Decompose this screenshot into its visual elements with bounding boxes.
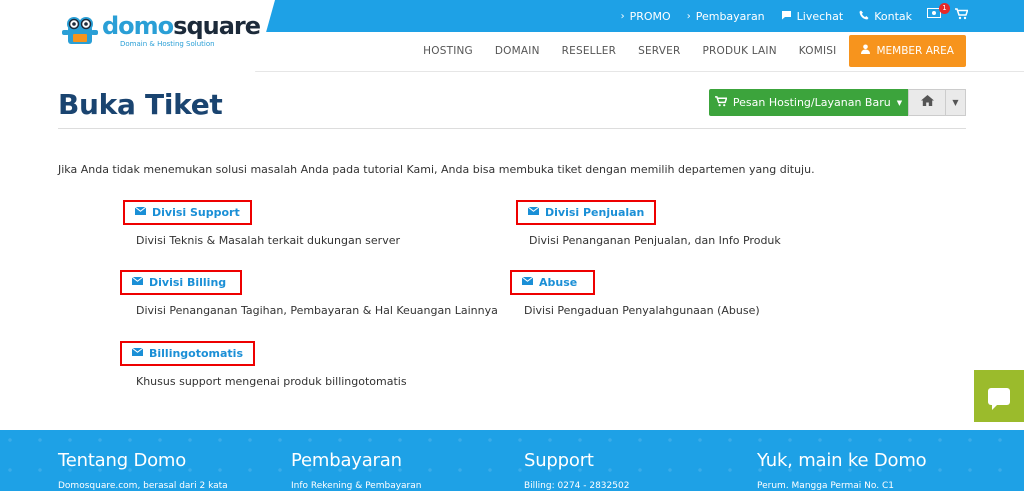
chevron-right-icon: ›: [686, 10, 691, 22]
home-button[interactable]: [908, 89, 946, 116]
title-divider: [58, 128, 966, 129]
footer-column-payment: Pembayaran Info Rekening & Pembayaran: [291, 450, 421, 491]
footer-column-support: Support Billing: 0274 - 2832502: [524, 450, 629, 491]
logo[interactable]: domosquare Domain & Hosting Solution: [62, 12, 261, 48]
user-icon: [861, 35, 871, 67]
footer-heading: Yuk, main ke Domo: [757, 450, 927, 471]
payment-icon[interactable]: 1: [927, 3, 950, 20]
envelope-icon: [521, 276, 534, 288]
department-item: Abuse Divisi Pengaduan Penyalahgunaan (A…: [510, 270, 760, 317]
department-item: Divisi Penjualan Divisi Penanganan Penju…: [516, 200, 781, 247]
envelope-icon: [131, 276, 144, 288]
department-item: Divisi Support Divisi Teknis & Masalah t…: [123, 200, 400, 247]
notification-badge: 1: [939, 3, 950, 14]
footer-link[interactable]: Info Rekening & Pembayaran: [291, 481, 421, 491]
footer-column-about: Tentang Domo Domosquare.com, berasal dar…: [58, 450, 228, 491]
department-description: Divisi Teknis & Masalah terkait dukungan…: [136, 234, 400, 247]
footer-heading: Tentang Domo: [58, 450, 187, 471]
logo-tagline: Domain & Hosting Solution: [120, 40, 215, 48]
department-link-abuse[interactable]: Abuse: [510, 270, 596, 295]
footer: Tentang Domo Domosquare.com, berasal dar…: [0, 430, 1024, 491]
chevron-right-icon: ›: [620, 10, 625, 22]
top-link-livechat[interactable]: Livechat: [781, 10, 843, 23]
footer-heading: Support: [524, 450, 594, 471]
nav-item-domain[interactable]: DOMAIN: [484, 35, 551, 67]
intro-text: Jika Anda tidak menemukan solusi masalah…: [58, 163, 815, 176]
department-description: Khusus support mengenai produk billingot…: [136, 375, 407, 388]
nav-item-hosting[interactable]: HOSTING: [412, 35, 484, 67]
department-link-penjualan[interactable]: Divisi Penjualan: [516, 200, 657, 225]
order-hosting-button[interactable]: Pesan Hosting/Layanan Baru ▼: [709, 89, 908, 116]
envelope-icon: [131, 347, 144, 359]
footer-text: Domosquare.com, berasal dari 2 kata: [58, 481, 228, 491]
home-icon: [920, 95, 934, 110]
nav-item-produk-lain[interactable]: PRODUK LAIN: [691, 35, 787, 67]
department-item: Divisi Billing Divisi Penanganan Tagihan…: [120, 270, 498, 317]
chat-icon: [988, 387, 1010, 410]
department-link-support[interactable]: Divisi Support: [123, 200, 252, 225]
footer-heading: Pembayaran: [291, 450, 402, 471]
live-chat-widget[interactable]: [974, 370, 1024, 422]
home-dropdown-toggle[interactable]: ▼: [946, 89, 966, 116]
department-description: Divisi Pengaduan Penyalahgunaan (Abuse): [524, 304, 760, 317]
department-link-billing[interactable]: Divisi Billing: [120, 270, 243, 295]
member-area-button[interactable]: MEMBER AREA: [849, 35, 966, 67]
top-links: › PROMO › Pembayaran Livechat Kontak: [621, 0, 912, 32]
department-item: Billingotomatis Khusus support mengenai …: [120, 341, 407, 388]
logo-word-square: square: [173, 12, 261, 40]
department-description: Divisi Penanganan Penjualan, dan Info Pr…: [529, 234, 781, 247]
cart-icon[interactable]: [955, 8, 969, 23]
envelope-icon: [527, 206, 540, 218]
envelope-icon: [134, 206, 147, 218]
cart-icon: [714, 95, 728, 110]
top-link-kontak[interactable]: Kontak: [859, 10, 912, 23]
top-link-pembayaran[interactable]: › Pembayaran: [687, 10, 765, 23]
nav-item-server[interactable]: SERVER: [627, 35, 691, 67]
footer-column-visit: Yuk, main ke Domo Perum. Mangga Permai N…: [757, 450, 927, 491]
nav-item-komisi[interactable]: KOMISI: [788, 35, 848, 67]
top-link-promo[interactable]: › PROMO: [621, 10, 671, 23]
chat-icon: [781, 10, 792, 23]
footer-text: Billing: 0274 - 2832502: [524, 481, 630, 491]
logo-area: domosquare Domain & Hosting Solution: [0, 0, 275, 72]
logo-word-domo: domo: [102, 12, 174, 40]
caret-down-icon: ▼: [896, 98, 903, 107]
mascot-logo-icon: [62, 14, 98, 48]
footer-text: Perum. Mangga Permai No. C1: [757, 481, 894, 491]
phone-icon: [859, 10, 869, 23]
nav-item-reseller[interactable]: RESELLER: [551, 35, 627, 67]
department-link-billingotomatis[interactable]: Billingotomatis: [120, 341, 256, 366]
top-icons: 1: [927, 3, 969, 23]
page-title: Buka Tiket: [58, 88, 223, 121]
department-description: Divisi Penanganan Tagihan, Pembayaran & …: [136, 304, 498, 317]
caret-down-icon: ▼: [952, 98, 959, 107]
